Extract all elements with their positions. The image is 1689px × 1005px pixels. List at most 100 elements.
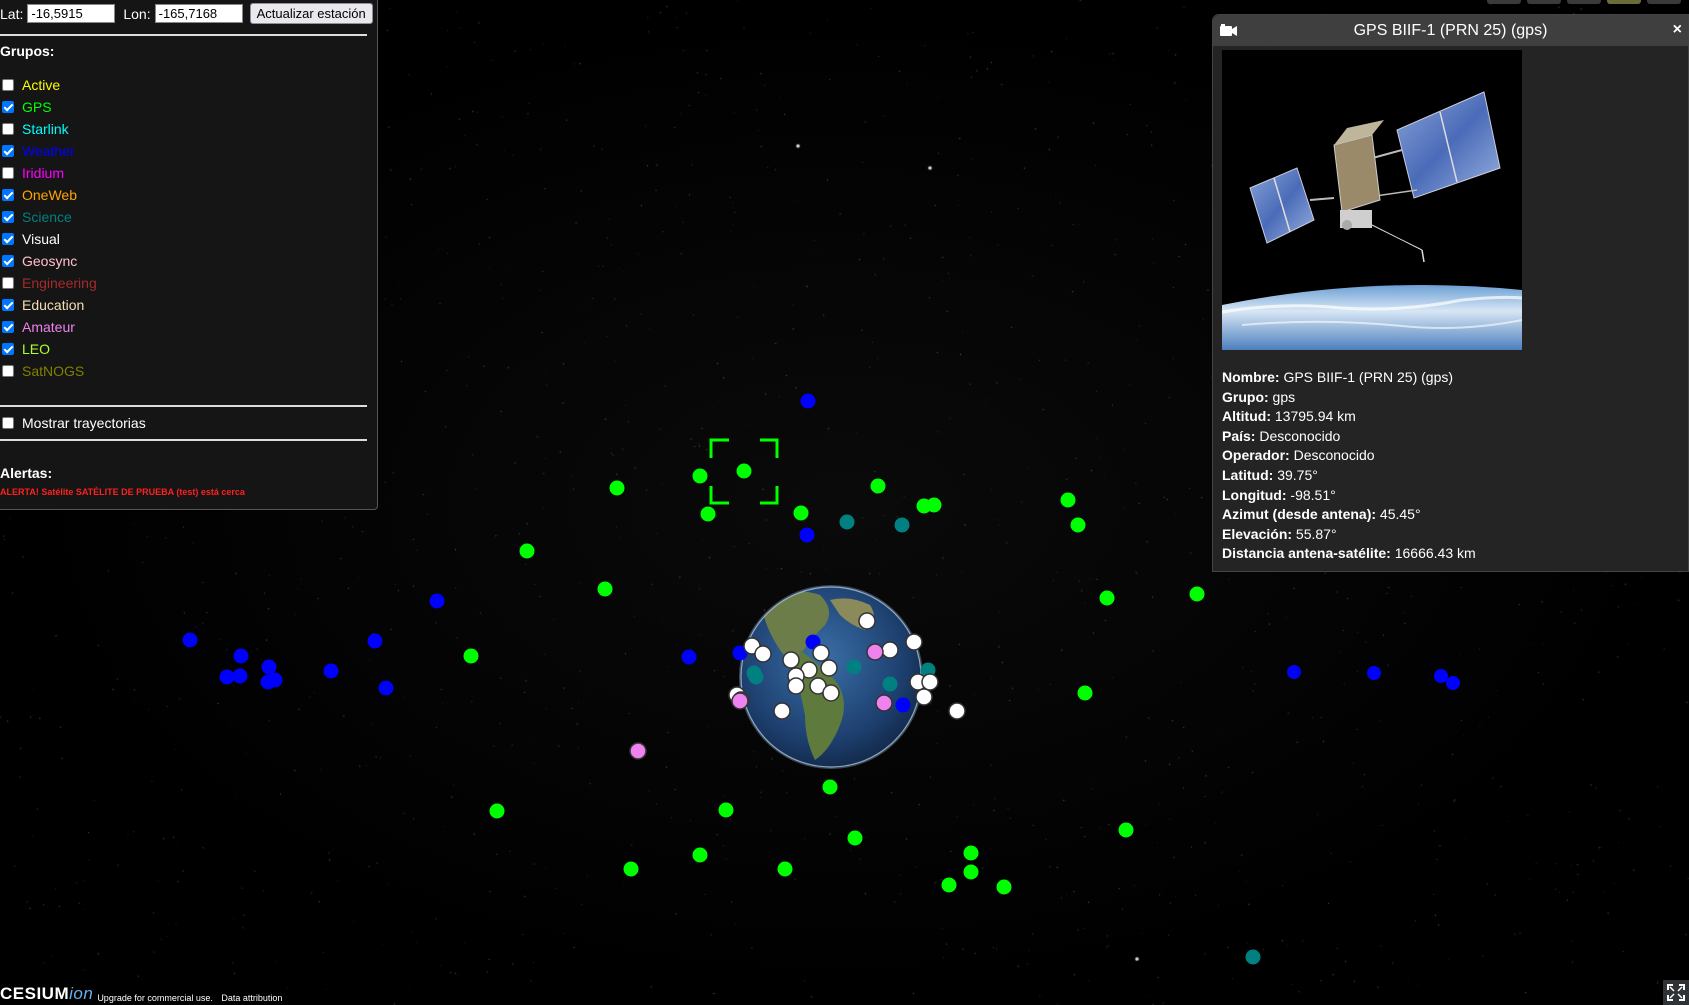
- satellite-point-weather[interactable]: [232, 668, 248, 684]
- satellite-point-visual[interactable]: [915, 688, 933, 706]
- group-checkbox[interactable]: [2, 299, 14, 311]
- satellite-point-gps[interactable]: [692, 468, 708, 484]
- satellite-point-weather[interactable]: [799, 527, 815, 543]
- satellite-point-gps[interactable]: [1189, 586, 1205, 602]
- group-item-starlink[interactable]: Starlink: [0, 118, 97, 140]
- satellite-point-weather[interactable]: [219, 669, 235, 685]
- group-checkbox[interactable]: [2, 145, 14, 157]
- satellite-point-gps[interactable]: [692, 847, 708, 863]
- scene-mode-button[interactable]: [1567, 0, 1601, 4]
- group-item-education[interactable]: Education: [0, 294, 97, 316]
- satellite-point-weather[interactable]: [233, 648, 249, 664]
- satellite-point-science[interactable]: [748, 669, 764, 685]
- base-layer-picker-button[interactable]: [1607, 0, 1641, 4]
- group-item-satnogs[interactable]: SatNOGS: [0, 360, 97, 382]
- satellite-point-science[interactable]: [839, 514, 855, 530]
- group-item-oneweb[interactable]: OneWeb: [0, 184, 97, 206]
- satellite-point-weather[interactable]: [1446, 676, 1460, 690]
- satellite-point-science[interactable]: [1245, 949, 1261, 965]
- group-checkbox[interactable]: [2, 343, 14, 355]
- satellite-point-weather[interactable]: [1367, 666, 1381, 680]
- satellite-point-gps[interactable]: [700, 506, 716, 522]
- group-checkbox[interactable]: [2, 79, 14, 91]
- satellite-point-amateur[interactable]: [875, 694, 893, 712]
- satellite-point-amateur[interactable]: [629, 742, 647, 760]
- close-icon[interactable]: ×: [1673, 20, 1682, 40]
- satellite-point-weather[interactable]: [800, 393, 816, 409]
- satellite-point-science[interactable]: [846, 659, 862, 675]
- group-item-visual[interactable]: Visual: [0, 228, 97, 250]
- satellite-point-weather[interactable]: [1434, 669, 1448, 683]
- satellite-point-gps[interactable]: [777, 861, 793, 877]
- upgrade-link[interactable]: Upgrade for commercial use.: [97, 993, 213, 1003]
- home-button[interactable]: [1527, 0, 1561, 4]
- group-checkbox[interactable]: [2, 211, 14, 223]
- group-checkbox[interactable]: [2, 233, 14, 245]
- lat-input[interactable]: [27, 4, 116, 23]
- satellite-point-gps[interactable]: [926, 497, 942, 513]
- satellite-point-weather[interactable]: [895, 697, 911, 713]
- satellite-point-gps[interactable]: [718, 802, 734, 818]
- satellite-point-visual[interactable]: [921, 673, 939, 691]
- group-item-engineering[interactable]: Engineering: [0, 272, 97, 294]
- satellite-point-gps[interactable]: [793, 505, 809, 521]
- cesium-viewer[interactable]: Lat: Lon: Actualizar estación Grupos: Ac…: [0, 0, 1689, 1005]
- group-item-weather[interactable]: Weather: [0, 140, 97, 162]
- trajectories-checkbox[interactable]: [2, 417, 14, 429]
- satellite-point-visual[interactable]: [822, 684, 840, 702]
- satellite-point-weather[interactable]: [182, 632, 198, 648]
- group-checkbox[interactable]: [2, 189, 14, 201]
- satellite-point-weather[interactable]: [1287, 665, 1301, 679]
- cesium-ion-logo[interactable]: CESIUMion: [0, 983, 93, 1005]
- geocoder-button[interactable]: [1487, 0, 1521, 4]
- cesium-toolbar[interactable]: [1487, 0, 1681, 4]
- satellite-point-gps[interactable]: [996, 879, 1012, 895]
- group-item-iridium[interactable]: Iridium: [0, 162, 97, 184]
- satellite-point-weather[interactable]: [681, 649, 697, 665]
- satellite-point-gps[interactable]: [519, 543, 535, 559]
- satellite-point-visual[interactable]: [787, 677, 805, 695]
- satellite-point-weather[interactable]: [323, 663, 339, 679]
- group-item-amateur[interactable]: Amateur: [0, 316, 97, 338]
- lon-input[interactable]: [154, 4, 243, 23]
- group-checkbox[interactable]: [2, 167, 14, 179]
- satellite-point-weather[interactable]: [261, 659, 277, 675]
- satellite-point-weather[interactable]: [367, 633, 383, 649]
- satellite-point-science[interactable]: [882, 676, 898, 692]
- group-checkbox[interactable]: [2, 101, 14, 113]
- satellite-point-gps[interactable]: [941, 877, 957, 893]
- group-checkbox[interactable]: [2, 321, 14, 333]
- camera-icon[interactable]: [1220, 24, 1237, 36]
- group-checkbox[interactable]: [2, 277, 14, 289]
- satellite-point-gps[interactable]: [1060, 492, 1076, 508]
- satellite-point-visual[interactable]: [812, 644, 830, 662]
- satellite-point-gps[interactable]: [1099, 590, 1115, 606]
- satellite-point-weather[interactable]: [429, 593, 445, 609]
- satellite-point-gps[interactable]: [489, 803, 505, 819]
- satellite-point-gps[interactable]: [1077, 685, 1093, 701]
- satellite-point-amateur[interactable]: [866, 643, 884, 661]
- satellite-point-amateur[interactable]: [731, 692, 749, 710]
- satellite-point-weather[interactable]: [267, 672, 283, 688]
- satellite-point-gps[interactable]: [870, 478, 886, 494]
- satellite-point-visual[interactable]: [905, 633, 923, 651]
- satellite-point-visual[interactable]: [773, 702, 791, 720]
- satellite-point-visual[interactable]: [754, 645, 772, 663]
- satellite-point-gps[interactable]: [847, 830, 863, 846]
- help-button[interactable]: [1647, 0, 1681, 4]
- update-station-button[interactable]: Actualizar estación: [249, 3, 373, 24]
- group-item-leo[interactable]: LEO: [0, 338, 97, 360]
- group-item-active[interactable]: Active: [0, 74, 97, 96]
- satellite-point-visual[interactable]: [820, 659, 838, 677]
- satellite-point-visual[interactable]: [948, 702, 966, 720]
- satellite-point-gps[interactable]: [609, 480, 625, 496]
- group-checkbox[interactable]: [2, 123, 14, 135]
- group-checkbox[interactable]: [2, 365, 14, 377]
- satellite-point-visual[interactable]: [782, 651, 800, 669]
- fullscreen-icon[interactable]: [1663, 980, 1689, 1005]
- satellite-point-visual[interactable]: [858, 612, 876, 630]
- satellite-point-gps[interactable]: [736, 463, 752, 479]
- satellite-point-gps[interactable]: [822, 779, 838, 795]
- satellite-point-visual[interactable]: [881, 641, 899, 659]
- group-item-gps[interactable]: GPS: [0, 96, 97, 118]
